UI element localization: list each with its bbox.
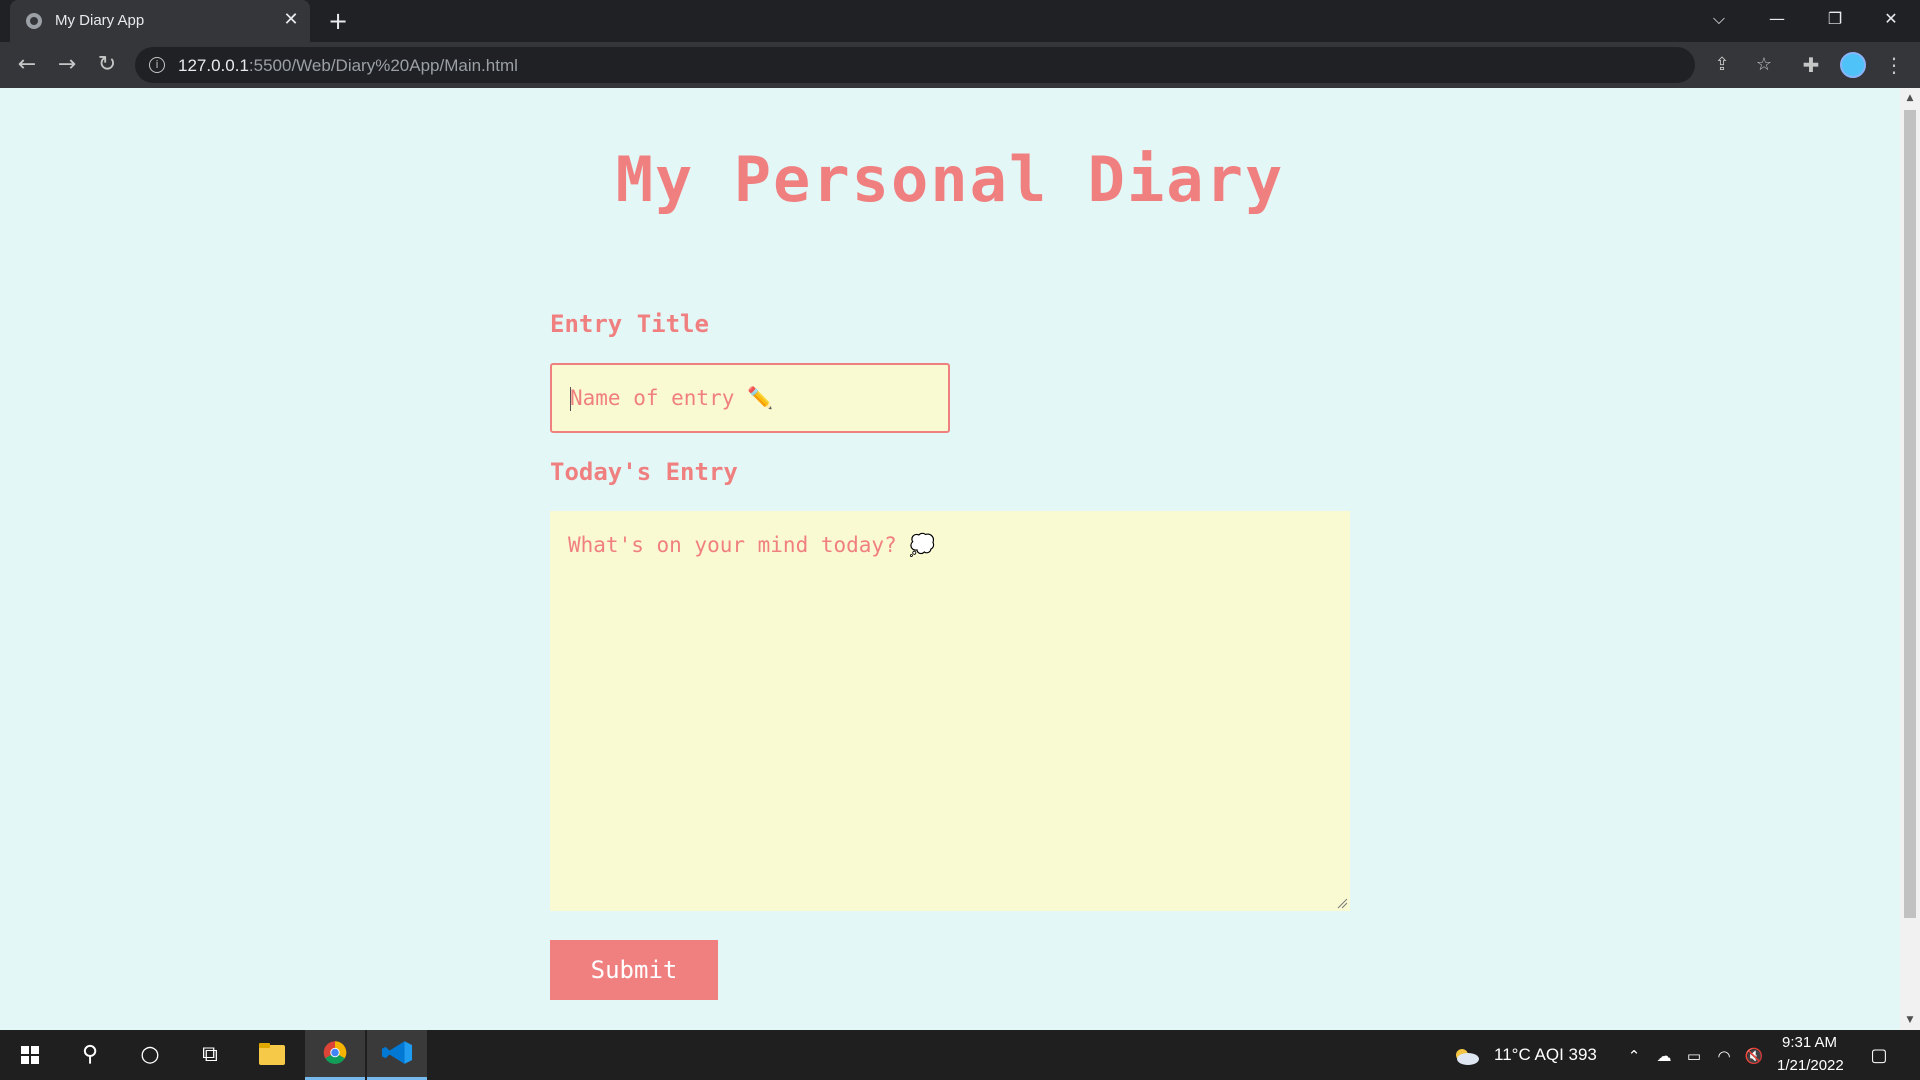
new-tab-button[interactable]: +: [324, 8, 352, 36]
clock-time[interactable]: 9:31 AM: [1782, 1034, 1837, 1051]
todays-entry-placeholder: What's on your mind today? 💭: [568, 533, 936, 557]
windows-taskbar: ⚲ ○ ⧉ 11°C AQI 393 ⌃ ☁ ▭ ◠ 🔇 9:31 AM 1/2…: [0, 1030, 1920, 1080]
scroll-thumb[interactable]: [1904, 110, 1916, 918]
kebab-menu-icon[interactable]: ⋮: [1880, 51, 1908, 79]
text-caret: [570, 387, 571, 411]
back-button[interactable]: ←: [12, 50, 42, 80]
resize-grip-icon[interactable]: [1336, 897, 1348, 909]
vscode-icon[interactable]: [367, 1030, 427, 1080]
entry-title-placeholder: Name of entry ✏️: [570, 386, 774, 410]
entry-title-label: Entry Title: [550, 310, 709, 338]
chrome-icon[interactable]: [305, 1030, 365, 1080]
browser-tab[interactable]: My Diary App ✕: [10, 0, 310, 42]
tab-search-icon[interactable]: ⌵: [1690, 0, 1748, 38]
reload-button[interactable]: ↻: [92, 50, 122, 80]
todays-entry-label: Today's Entry: [550, 458, 738, 486]
info-icon[interactable]: i: [149, 57, 165, 73]
scroll-up-icon[interactable]: ▲: [1900, 90, 1920, 106]
page-title: My Personal Diary: [615, 143, 1285, 216]
chevron-up-icon[interactable]: ⌃: [1623, 1045, 1645, 1067]
browser-toolbar: ← → ↻ i 127.0.0.1:5500/Web/Diary%20App/M…: [0, 42, 1920, 88]
cloud-weather-icon[interactable]: [1453, 1045, 1481, 1067]
browser-tab-bar: My Diary App ✕ + ⌵ — ❐ ✕: [0, 0, 1920, 42]
onedrive-icon[interactable]: ☁: [1653, 1045, 1675, 1067]
profile-avatar[interactable]: [1840, 52, 1866, 78]
close-window-button[interactable]: ✕: [1862, 0, 1920, 38]
volume-muted-icon[interactable]: 🔇: [1743, 1045, 1765, 1067]
minimize-button[interactable]: —: [1748, 0, 1806, 38]
search-icon[interactable]: ⚲: [60, 1030, 120, 1080]
globe-icon: [26, 13, 42, 29]
battery-icon[interactable]: ▭: [1683, 1045, 1705, 1067]
windows-start-icon[interactable]: [0, 1030, 60, 1080]
task-view-icon[interactable]: ⧉: [180, 1030, 240, 1080]
entry-title-input[interactable]: Name of entry ✏️: [550, 363, 950, 433]
tab-title: My Diary App: [55, 12, 145, 29]
star-icon[interactable]: ☆: [1752, 53, 1776, 77]
file-explorer-icon[interactable]: [242, 1030, 302, 1080]
forward-button[interactable]: →: [52, 50, 82, 80]
clock-date[interactable]: 1/21/2022: [1777, 1057, 1844, 1074]
scroll-down-icon[interactable]: ▼: [1900, 1012, 1920, 1028]
todays-entry-textarea[interactable]: What's on your mind today? 💭: [550, 511, 1350, 911]
puzzle-icon[interactable]: ✚: [1797, 51, 1825, 79]
wifi-icon[interactable]: ◠: [1713, 1045, 1735, 1067]
url-text[interactable]: 127.0.0.1:5500/Web/Diary%20App/Main.html: [178, 56, 518, 76]
notification-icon[interactable]: ▢: [1868, 1045, 1890, 1067]
restore-button[interactable]: ❐: [1806, 0, 1864, 38]
share-icon[interactable]: ⇪: [1710, 53, 1734, 77]
tab-close-icon[interactable]: ✕: [280, 9, 302, 31]
cortana-icon[interactable]: ○: [120, 1030, 180, 1080]
submit-button[interactable]: Submit: [550, 940, 718, 1000]
page-scrollbar[interactable]: ▲ ▼: [1900, 88, 1920, 1030]
address-bar[interactable]: i 127.0.0.1:5500/Web/Diary%20App/Main.ht…: [135, 47, 1772, 83]
diary-page: My Personal Diary Entry Title Name of en…: [0, 88, 1900, 1030]
weather-text[interactable]: 11°C AQI 393: [1494, 1045, 1597, 1065]
